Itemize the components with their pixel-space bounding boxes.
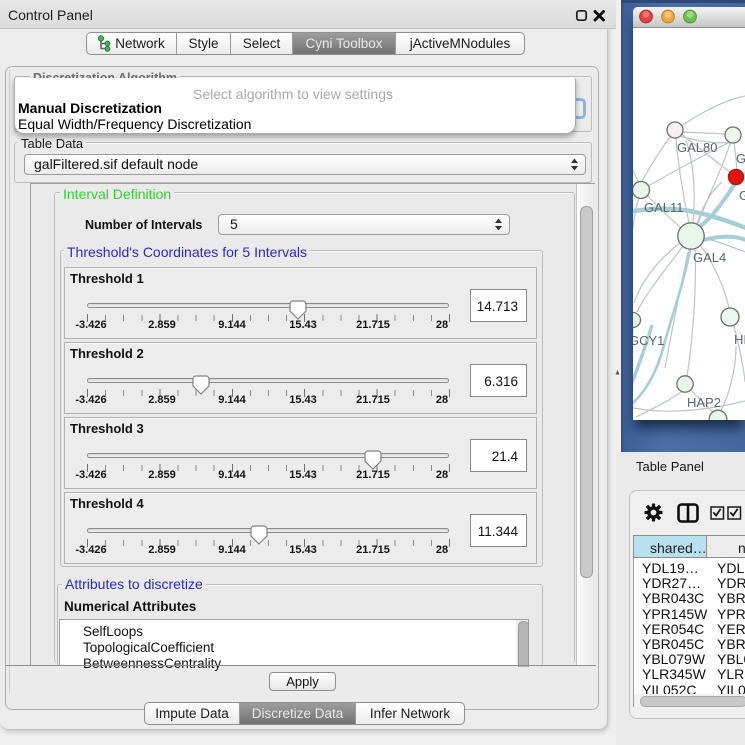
svg-text:GA: GA: [736, 151, 745, 166]
svg-text:G: G: [739, 188, 745, 203]
svg-text:GAL4: GAL4: [693, 250, 726, 265]
svg-text:HI: HI: [734, 332, 745, 347]
svg-text:GAL80: GAL80: [677, 140, 717, 155]
svg-text:GAL11: GAL11: [644, 200, 684, 215]
svg-text:GCY1: GCY1: [633, 333, 664, 348]
svg-text:HAP2: HAP2: [687, 395, 721, 410]
